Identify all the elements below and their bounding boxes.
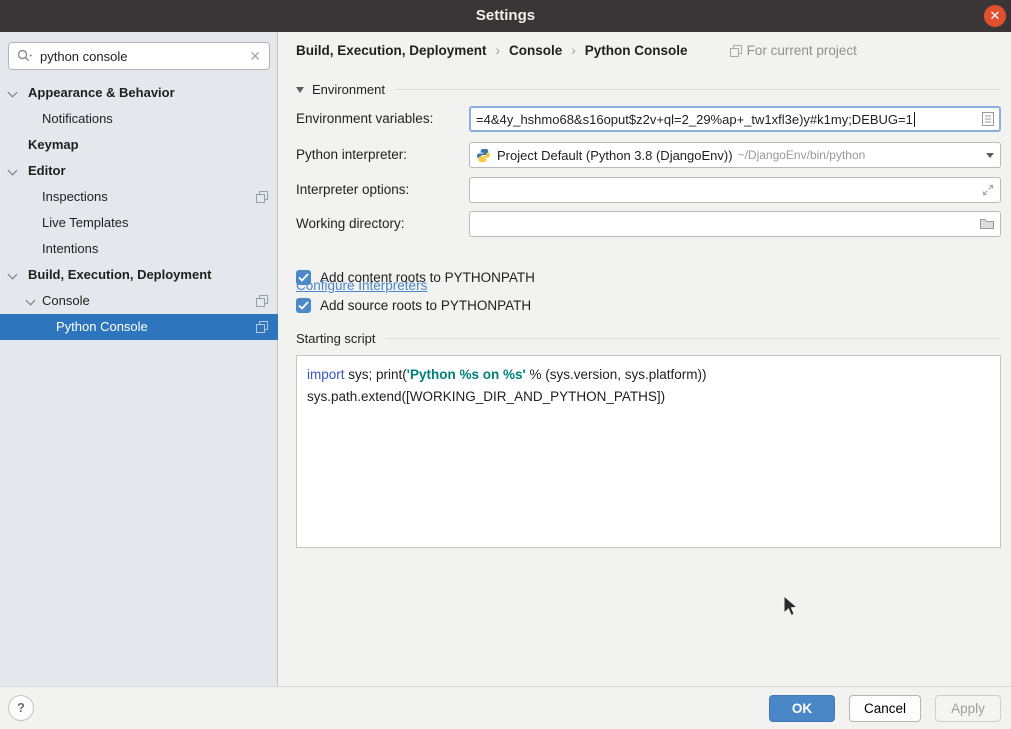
starting-script-section-header: Starting script xyxy=(296,331,1000,346)
dialog-footer: ? OK Cancel Apply xyxy=(0,686,1011,729)
settings-search-box[interactable]: ✕ xyxy=(8,42,270,70)
interpreter-options-field[interactable] xyxy=(469,177,1001,203)
breadcrumb-build-execution-deployment[interactable]: Build, Execution, Deployment xyxy=(296,43,487,58)
add-source-roots-checkbox[interactable]: Add source roots to PYTHONPATH xyxy=(296,298,531,313)
sidebar-item-python-console[interactable]: Python Console xyxy=(0,314,278,340)
cancel-button[interactable]: Cancel xyxy=(849,695,921,722)
settings-dialog: Settings ✕ ✕ Appearance & Behavior Notif… xyxy=(0,0,1011,729)
clear-search-icon[interactable]: ✕ xyxy=(249,48,261,65)
sidebar-item-keymap[interactable]: Keymap xyxy=(0,132,278,158)
title-bar: Settings ✕ xyxy=(0,0,1011,32)
per-project-settings-icon xyxy=(256,321,268,333)
environment-section-header[interactable]: Environment xyxy=(296,82,1000,97)
chevron-down-icon[interactable] xyxy=(26,296,36,306)
checkbox-checked-icon[interactable] xyxy=(296,298,311,313)
breadcrumb-separator: › xyxy=(571,43,576,58)
chevron-down-icon[interactable] xyxy=(8,88,18,98)
env-vars-field[interactable]: =4&4y_hshmo68&s16oput$z2v+ql=2_29%ap+_tw… xyxy=(469,106,1001,132)
per-project-settings-icon xyxy=(256,191,268,203)
breadcrumb-separator: › xyxy=(496,43,501,58)
breadcrumb: Build, Execution, Deployment › Console ›… xyxy=(296,43,857,58)
sidebar-item-build-execution-deployment[interactable]: Build, Execution, Deployment xyxy=(0,262,278,288)
script-line-1: import sys; print('Python %s on %s' % (s… xyxy=(307,364,990,386)
env-vars-label: Environment variables: xyxy=(296,111,433,126)
per-project-settings-icon xyxy=(256,295,268,307)
help-button[interactable]: ? xyxy=(8,695,34,721)
options-label: Interpreter options: xyxy=(296,182,409,197)
dropdown-arrow-icon[interactable] xyxy=(986,153,994,158)
sidebar-item-editor[interactable]: Editor xyxy=(0,158,278,184)
sidebar-item-notifications[interactable]: Notifications xyxy=(0,106,278,132)
interpreter-value: Project Default (Python 3.8 (DjangoEnv)) xyxy=(497,148,733,163)
working-directory-field[interactable] xyxy=(469,211,1001,237)
python-icon xyxy=(476,148,491,163)
add-content-roots-checkbox[interactable]: Add content roots to PYTHONPATH xyxy=(296,270,535,285)
breadcrumb-console[interactable]: Console xyxy=(509,43,562,58)
search-input[interactable] xyxy=(40,49,245,64)
sidebar-item-intentions[interactable]: Intentions xyxy=(0,236,278,262)
chevron-down-icon[interactable] xyxy=(8,270,18,280)
settings-content: Build, Execution, Deployment › Console ›… xyxy=(279,32,1011,686)
sidebar-item-console[interactable]: Console xyxy=(0,288,278,314)
starting-script-editor[interactable]: import sys; print('Python %s on %s' % (s… xyxy=(296,355,1001,548)
settings-sidebar: ✕ Appearance & Behavior Notifications Ke… xyxy=(0,32,278,686)
text-caret xyxy=(914,112,915,127)
sidebar-item-appearance-behavior[interactable]: Appearance & Behavior xyxy=(0,80,278,106)
scope-note: For current project xyxy=(730,43,857,58)
collapse-triangle-icon[interactable] xyxy=(296,87,304,93)
dialog-title: Settings xyxy=(0,0,1011,32)
interpreter-dropdown[interactable]: Project Default (Python 3.8 (DjangoEnv))… xyxy=(469,142,1001,168)
interpreter-label: Python interpreter: xyxy=(296,147,407,162)
folder-icon[interactable] xyxy=(980,218,994,230)
ok-button[interactable]: OK xyxy=(769,695,835,722)
settings-tree: Appearance & Behavior Notifications Keym… xyxy=(0,80,278,340)
workdir-label: Working directory: xyxy=(296,216,405,231)
checkbox-checked-icon[interactable] xyxy=(296,270,311,285)
breadcrumb-python-console: Python Console xyxy=(585,43,688,58)
expand-field-icon[interactable] xyxy=(982,184,994,196)
browse-variables-icon[interactable] xyxy=(982,112,994,126)
apply-button[interactable]: Apply xyxy=(935,695,1001,722)
per-project-settings-icon xyxy=(730,45,742,57)
interpreter-path: ~/DjangoEnv/bin/python xyxy=(738,148,866,162)
mouse-cursor xyxy=(783,595,801,619)
close-icon[interactable]: ✕ xyxy=(984,5,1006,27)
script-line-2: sys.path.extend([WORKING_DIR_AND_PYTHON_… xyxy=(307,386,990,408)
sidebar-item-inspections[interactable]: Inspections xyxy=(0,184,278,210)
search-icon xyxy=(17,49,33,63)
sidebar-item-live-templates[interactable]: Live Templates xyxy=(0,210,278,236)
chevron-down-icon[interactable] xyxy=(8,166,18,176)
